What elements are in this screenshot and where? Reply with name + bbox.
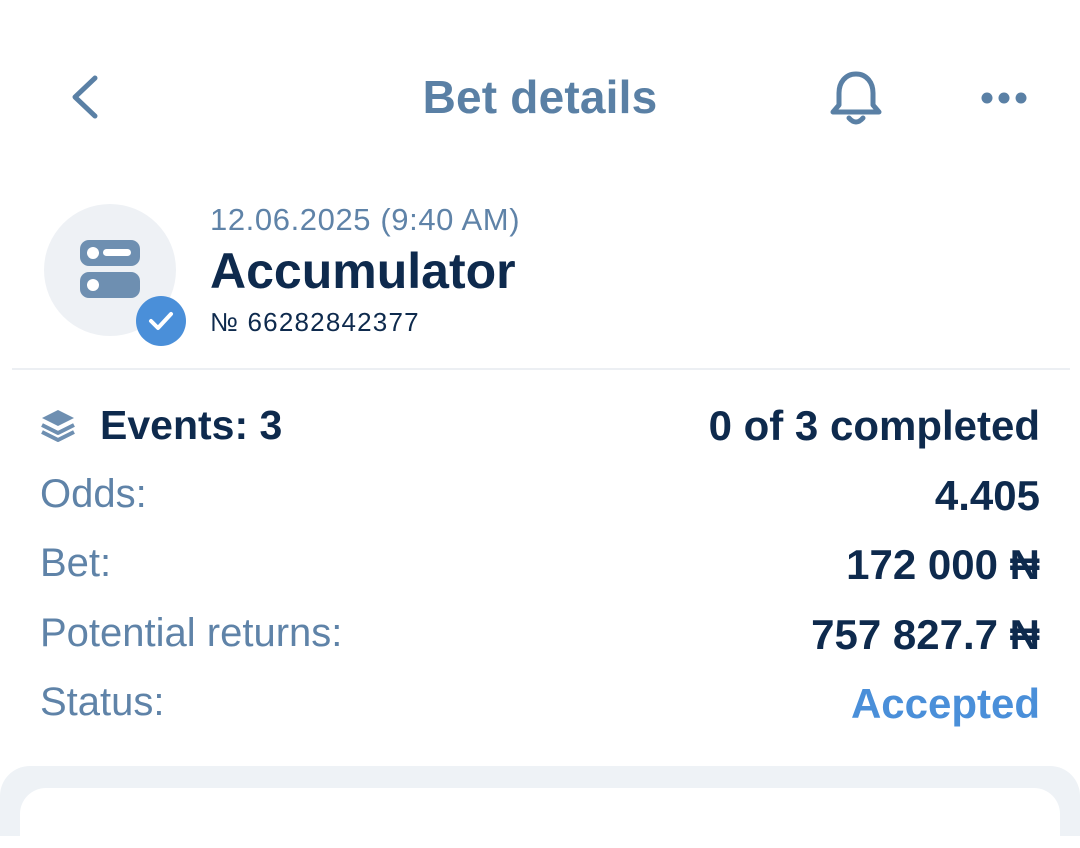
status-value: Accepted <box>850 680 1040 727</box>
page-title: Bet details <box>422 71 658 123</box>
more-options-button[interactable] <box>968 70 1040 126</box>
potential-returns-value: 757 827.7 ₦ <box>811 611 1040 658</box>
divider <box>12 368 1070 370</box>
check-icon <box>149 312 173 330</box>
notifications-button[interactable] <box>820 62 892 134</box>
status-label: Status: <box>40 680 165 724</box>
odds-label: Odds: <box>40 472 147 516</box>
bet-number: № 66282842377 <box>210 307 420 337</box>
more-dots-icon <box>981 92 1027 104</box>
bet-date: 12.06.2025 (9:40 AM) <box>210 202 521 237</box>
bet-type: Accumulator <box>210 243 516 299</box>
potential-returns-label: Potential returns: <box>40 611 343 655</box>
events-row: Events: 3 0 of 3 completed <box>40 394 1040 454</box>
accepted-badge <box>136 296 186 346</box>
odds-row: Odds: 4.405 <box>40 464 1040 524</box>
odds-value: 4.405 <box>934 472 1040 519</box>
bet-amount-label: Bet: <box>40 541 112 585</box>
bet-summary-header: 12.06.2025 (9:40 AM) Accumulator № 66282… <box>0 190 1080 365</box>
layers-icon <box>41 410 75 442</box>
events-card[interactable] <box>20 788 1060 848</box>
top-bar: Bet details <box>0 0 1080 190</box>
status-row: Status: Accepted <box>40 672 1040 732</box>
events-label: Events: 3 <box>100 402 283 448</box>
bell-icon <box>830 71 882 125</box>
bet-slip-icon <box>80 240 140 298</box>
potential-returns-row: Potential returns: 757 827.7 ₦ <box>40 603 1040 663</box>
events-completed-value: 0 of 3 completed <box>708 402 1040 449</box>
events-card-container <box>0 766 1080 848</box>
bet-amount-value: 172 000 ₦ <box>846 541 1040 588</box>
bet-amount-row: Bet: 172 000 ₦ <box>40 533 1040 593</box>
